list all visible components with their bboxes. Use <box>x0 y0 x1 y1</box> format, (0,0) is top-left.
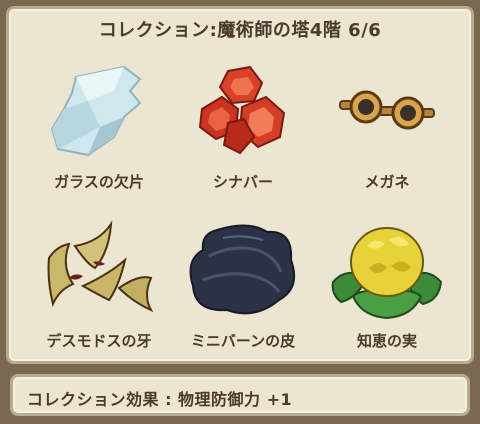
item-grid: ガラスの欠片 シナバー メガネ デスモドスの牙 ミニバーンの皮 知恵の実 <box>27 49 459 367</box>
cinnabar-icon <box>198 65 286 155</box>
collection-item-fang[interactable]: デスモドスの牙 <box>27 208 171 367</box>
collection-title: コレクション:魔術師の塔4階 6/6 <box>98 20 382 41</box>
glasses-icon <box>339 90 435 130</box>
collection-effect-text: コレクション効果 : 物理防御力 +1 <box>27 390 293 409</box>
glass-shard-icon <box>50 65 142 157</box>
collection-item-wisdom-fruit[interactable]: 知恵の実 <box>315 208 459 367</box>
hide-icon <box>189 224 295 315</box>
collection-effect-bar: コレクション効果 : 物理防御力 +1 <box>10 374 470 416</box>
item-label: 知恵の実 <box>356 332 417 350</box>
collection-item-glass-shard[interactable]: ガラスの欠片 <box>27 49 171 208</box>
item-label: メガネ <box>364 173 410 191</box>
item-label: シナバー <box>212 173 273 191</box>
fang-icon <box>47 220 154 313</box>
item-label: デスモドスの牙 <box>46 332 152 350</box>
item-label: ガラスの欠片 <box>54 173 144 191</box>
collection-item-glasses[interactable]: メガネ <box>315 49 459 208</box>
collection-window: コレクション:魔術師の塔4階 6/6 ガラスの欠片 シナバー メガネ デスモドス… <box>0 0 480 424</box>
wisdom-fruit-icon <box>331 227 443 320</box>
item-label: ミニバーンの皮 <box>190 332 296 350</box>
collection-item-cinnabar[interactable]: シナバー <box>171 49 315 208</box>
collection-panel: コレクション:魔術師の塔4階 6/6 ガラスの欠片 シナバー メガネ デスモドス… <box>6 6 474 364</box>
collection-item-hide[interactable]: ミニバーンの皮 <box>171 208 315 367</box>
